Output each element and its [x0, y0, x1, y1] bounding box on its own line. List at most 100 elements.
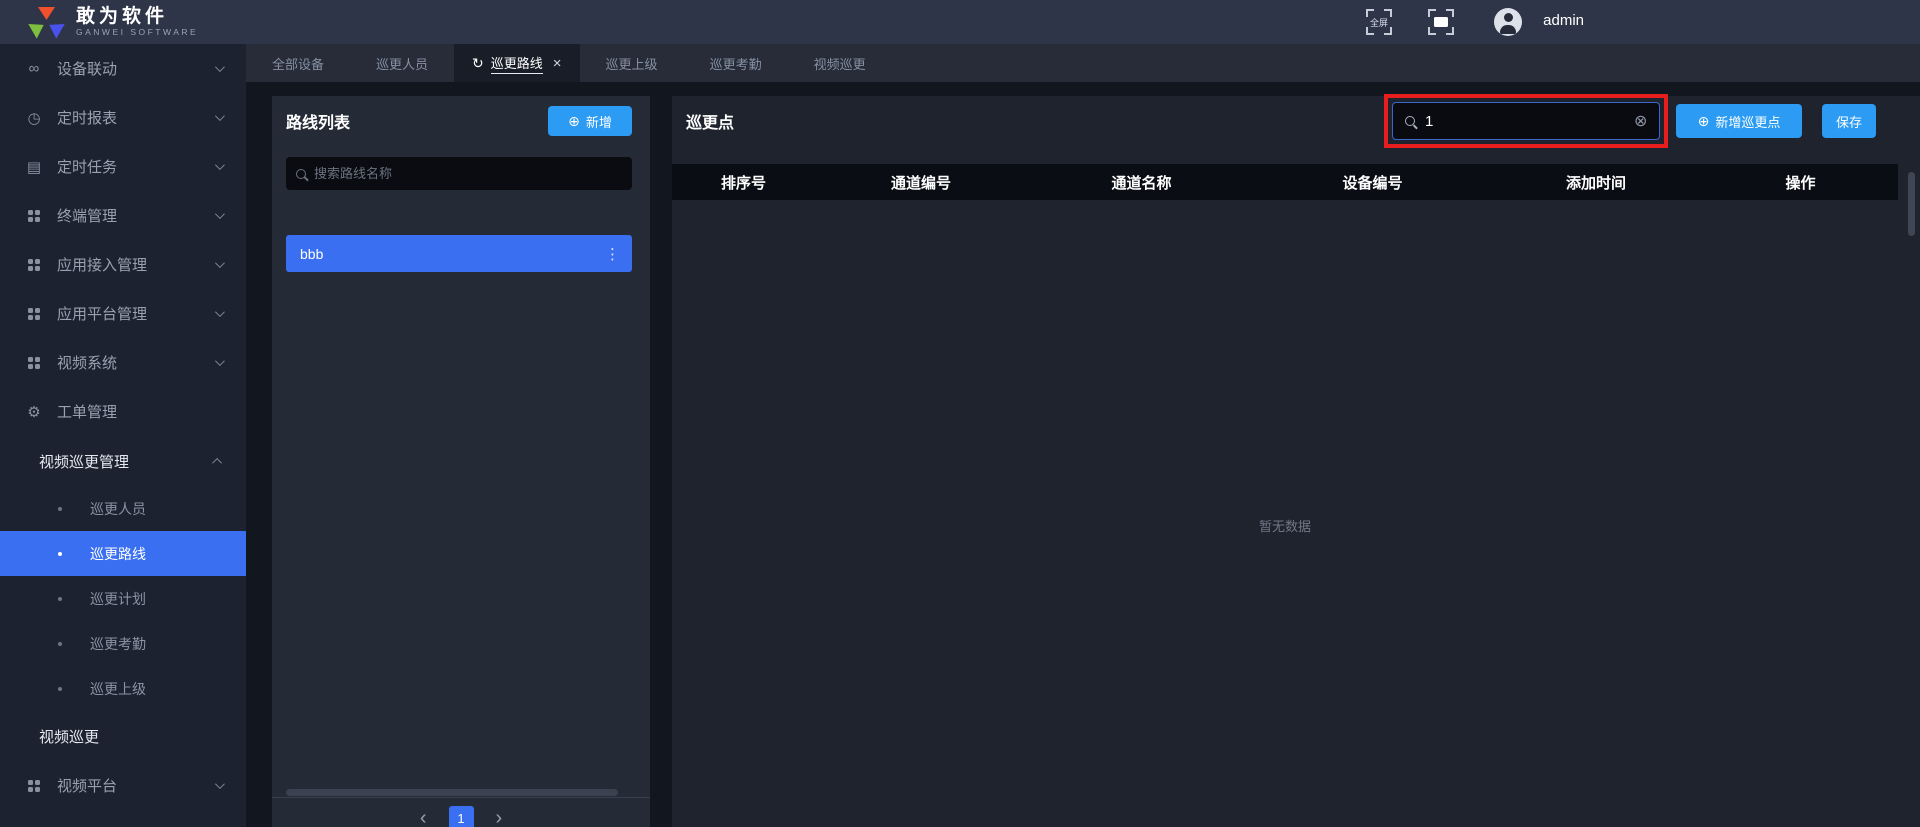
sidebar-item-巡更考勤[interactable]: 巡更考勤: [0, 621, 246, 666]
grid-icon: [24, 258, 44, 271]
divider: [272, 797, 650, 798]
chevron-down-icon: [214, 307, 225, 318]
grid-icon: [24, 356, 44, 369]
kebab-menu-icon[interactable]: ⋮: [605, 245, 620, 263]
logo-petal-green: [28, 18, 48, 39]
prev-page-button[interactable]: ‹: [420, 806, 427, 827]
table-header: 排序号 通道编号 通道名称 设备编号 添加时间 操作: [672, 164, 1898, 200]
sidebar-item-label: 应用接入管理: [57, 257, 148, 274]
grid-icon: [24, 779, 44, 792]
plus-circle-icon: ⊕: [568, 112, 580, 129]
sidebar-item-应用接入管理[interactable]: 应用接入管理: [0, 240, 246, 289]
patrol-search-box: ⊗: [1392, 102, 1660, 140]
add-route-button[interactable]: ⊕ 新增: [548, 106, 632, 136]
plus-circle-icon: ⊕: [1697, 112, 1710, 129]
grid-icon: [24, 209, 44, 222]
fullscreen-label: 全屏: [1369, 17, 1388, 28]
chevron-down-icon: [214, 160, 225, 171]
bullet-icon: [58, 551, 62, 556]
tab-label: 巡更人员: [376, 56, 429, 72]
add-patrol-point-button[interactable]: ⊕ 新增巡更点: [1676, 104, 1802, 138]
logo-petal-blue: [45, 18, 65, 39]
sidebar-item-label: 应用平台管理: [57, 306, 148, 323]
sidebar-item-工单管理[interactable]: ⚙ 工单管理: [0, 387, 246, 436]
sidebar-item-label: 定时报表: [57, 110, 118, 127]
tab-巡更考勤[interactable]: 巡更考勤: [684, 44, 788, 82]
sidebar-item-应用平台管理[interactable]: 应用平台管理: [0, 289, 246, 338]
device-linkage-icon: ∞: [28, 60, 40, 77]
tab-巡更人员[interactable]: 巡更人员: [350, 44, 454, 82]
fullscreen-icon[interactable]: 全屏: [1366, 9, 1392, 35]
sidebar-item-巡更人员[interactable]: 巡更人员: [0, 486, 246, 531]
tab-label: 视频巡更: [813, 56, 866, 72]
tab-巡更上级[interactable]: 巡更上级: [580, 44, 684, 82]
tab-全部设备[interactable]: 全部设备: [246, 44, 350, 82]
tab-视频巡更[interactable]: 视频巡更: [788, 44, 892, 82]
sidebar-item-label: 巡更人员: [90, 500, 146, 517]
search-icon: [296, 168, 306, 179]
sidebar-item-视频巡更[interactable]: 视频巡更: [0, 711, 246, 761]
patrol-points-panel: 巡更点 ⊗ ⊕ 新增巡更点 保存 排序号 通道编号 通道名称 设备编号 添加时间 操作 暂…: [672, 94, 1920, 827]
column-header-添加时间: 添加时间: [1565, 174, 1626, 192]
search-icon: [1405, 116, 1415, 126]
annotation-highlight: ⊗: [1384, 94, 1668, 148]
empty-state-text: 暂无数据: [1258, 519, 1311, 534]
vertical-scrollbar[interactable]: [1908, 172, 1915, 236]
route-panel-title: 路线列表: [286, 115, 351, 132]
sidebar-item-label: 设备联动: [57, 61, 118, 78]
sidebar-item-视频系统[interactable]: 视频系统: [0, 338, 246, 387]
sidebar-item-label: 视频系统: [57, 355, 118, 372]
sidebar-item-视频平台[interactable]: 视频平台: [0, 761, 246, 810]
sidebar-item-label: 巡更考勤: [90, 635, 146, 652]
tab-label: 全部设备: [272, 56, 325, 72]
tab-label: 巡更上级: [605, 56, 658, 72]
sidebar-item-定时任务[interactable]: ▤ 定时任务: [0, 142, 246, 191]
tab-bar: 全部设备 巡更人员 ↻ 巡更路线 × 巡更上级 巡更考勤 视频巡更: [246, 44, 1920, 82]
sidebar-nav: ∞ 设备联动 ◷ 定时报表 ▤ 定时任务终端管理应用接入管理 应用平台管理 视频系统 ⚙ 工单管理…: [0, 44, 246, 827]
route-name: bbb: [300, 245, 324, 262]
bullet-icon: [58, 686, 62, 691]
patrol-search-input[interactable]: [1425, 112, 1624, 130]
sidebar-item-label: 视频巡更管理: [39, 453, 130, 471]
column-header-操作: 操作: [1785, 174, 1816, 192]
patrol-panel-title: 巡更点: [686, 115, 735, 132]
username[interactable]: admin: [1543, 12, 1584, 29]
next-page-button[interactable]: ›: [496, 806, 503, 827]
sidebar-item-巡更路线[interactable]: 巡更路线: [0, 531, 246, 576]
sidebar-item-label: 工单管理: [57, 404, 118, 421]
user-avatar[interactable]: [1494, 8, 1522, 36]
timer-task-icon: ▤: [26, 158, 42, 176]
column-header-通道名称: 通道名称: [1111, 174, 1172, 192]
horizontal-scrollbar[interactable]: [286, 789, 618, 796]
sidebar-item-label: 定时任务: [57, 159, 118, 176]
clear-search-icon[interactable]: ⊗: [1634, 111, 1647, 131]
route-list-item[interactable]: bbb ⋮: [286, 235, 632, 272]
bullet-icon: [58, 596, 62, 601]
route-list-panel: 路线列表 ⊕ 新增 bbb ⋮ ‹ 1 ›: [272, 96, 650, 827]
save-button[interactable]: 保存: [1822, 104, 1876, 138]
column-header-设备编号: 设备编号: [1342, 174, 1403, 192]
route-search-input[interactable]: [314, 166, 622, 181]
column-header-排序号: 排序号: [720, 174, 766, 192]
sidebar-item-设备联动[interactable]: ∞ 设备联动: [0, 44, 246, 93]
logo-petal-orange: [38, 7, 55, 20]
refresh-icon[interactable]: ↻: [472, 55, 484, 72]
route-search-box: [286, 157, 632, 190]
tab-巡更路线[interactable]: ↻ 巡更路线 ×: [454, 44, 580, 82]
sidebar-item-巡更上级[interactable]: 巡更上级: [0, 666, 246, 711]
current-page-button[interactable]: 1: [448, 806, 474, 827]
chevron-down-icon: [214, 209, 225, 220]
screen-capture-icon[interactable]: [1428, 9, 1454, 35]
sidebar-item-视频巡更管理[interactable]: 视频巡更管理: [0, 436, 246, 486]
sidebar-item-label: 巡更计划: [90, 590, 146, 607]
timer-report-icon: ◷: [27, 109, 41, 127]
tab-label: 巡更路线: [490, 53, 543, 74]
chevron-down-icon: [214, 779, 225, 790]
sidebar-item-巡更计划[interactable]: 巡更计划: [0, 576, 246, 621]
sidebar-item-label: 巡更路线: [90, 545, 146, 562]
sidebar-item-label: 巡更上级: [90, 680, 146, 697]
sidebar-item-终端管理[interactable]: 终端管理: [0, 191, 246, 240]
brand-logo: 敢为软件 GANWEI SOFTWARE: [0, 6, 198, 38]
close-tab-icon[interactable]: ×: [553, 55, 562, 72]
sidebar-item-定时报表[interactable]: ◷ 定时报表: [0, 93, 246, 142]
